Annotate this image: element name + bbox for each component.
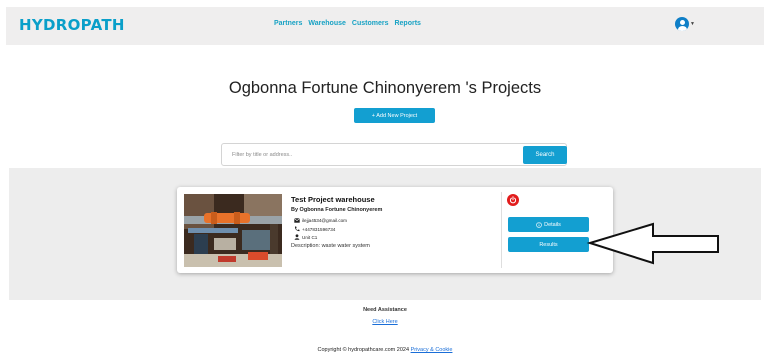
unit-row: Unit C1 — [294, 234, 317, 240]
info-icon — [536, 221, 542, 228]
project-card: Test Project warehouse By Ogbonna Fortun… — [177, 187, 613, 273]
project-thumbnail — [184, 194, 282, 267]
project-title[interactable]: Test Project warehouse — [291, 195, 375, 204]
power-icon — [509, 196, 517, 204]
phone-row: +447831596734 — [294, 226, 335, 232]
search-button[interactable]: Search — [523, 146, 567, 164]
search-bar: Search — [221, 143, 567, 166]
chevron-down-icon: ▼ — [690, 20, 695, 27]
project-description: Description: waste water system — [291, 243, 370, 249]
brand-logo[interactable]: HYDROPATH — [19, 16, 125, 34]
results-button[interactable]: Results — [508, 237, 589, 252]
copyright-footer: Copyright © hydropathcare.com 2024 Priva… — [0, 347, 770, 353]
nav-reports-link[interactable]: Reports — [394, 20, 420, 27]
top-navbar: HYDROPATH Partners Warehouse Customers R… — [6, 7, 764, 45]
phone-icon — [294, 226, 300, 232]
nav-warehouse-link[interactable]: Warehouse — [308, 20, 345, 27]
page-title: Ogbonna Fortune Chinonyerem 's Projects — [228, 79, 542, 97]
user-icon — [294, 234, 300, 240]
nav-partners-link[interactable]: Partners — [274, 20, 302, 27]
search-input[interactable] — [232, 149, 512, 161]
pointer-arrow-icon — [586, 222, 719, 265]
assist-link-row: Click Here — [0, 319, 770, 325]
project-owner: By Ogbonna Fortune Chinonyerem — [291, 207, 383, 213]
need-assistance-heading: Need Assistance — [363, 307, 407, 313]
nav-links: Partners Warehouse Customers Reports — [274, 20, 421, 27]
project-phone: +447831596734 — [302, 226, 336, 232]
email-row: ilejja4534@gmail.com — [294, 218, 347, 223]
nav-customers-link[interactable]: Customers — [352, 20, 389, 27]
details-label: Details — [544, 221, 561, 228]
project-email: ilejja4534@gmail.com — [302, 218, 348, 223]
details-button[interactable]: Details — [508, 217, 589, 232]
add-new-project-button[interactable]: + Add New Project — [354, 108, 435, 123]
card-divider — [501, 192, 502, 268]
click-here-link[interactable]: Click Here — [372, 319, 397, 325]
project-unit: Unit C1 — [302, 234, 318, 240]
user-menu[interactable]: ▼ — [675, 17, 695, 31]
copyright-text: Copyright © hydropathcare.com 2024 — [317, 347, 410, 353]
envelope-icon — [294, 218, 300, 223]
privacy-cookie-link[interactable]: Privacy & Cookie — [411, 347, 453, 353]
power-button[interactable] — [507, 194, 519, 206]
user-circle-icon[interactable] — [675, 17, 689, 31]
